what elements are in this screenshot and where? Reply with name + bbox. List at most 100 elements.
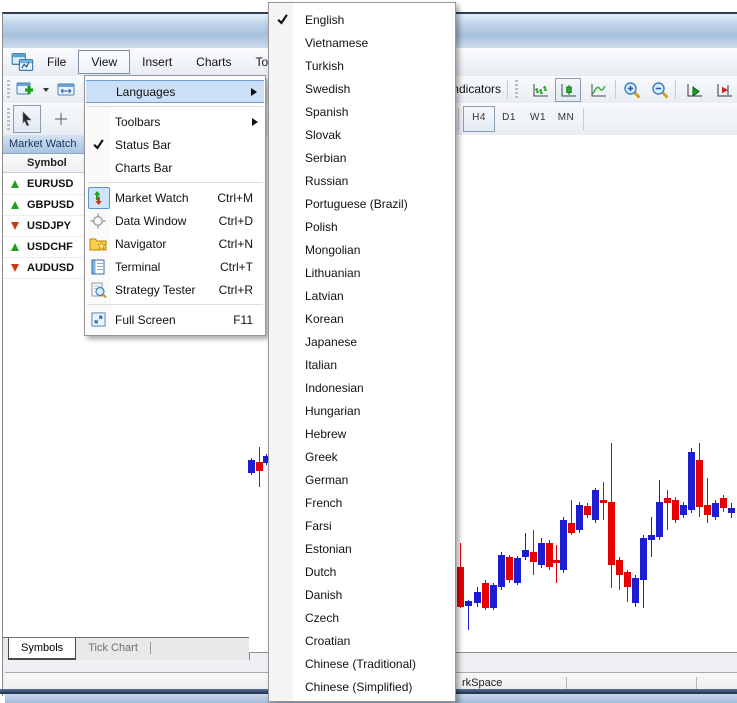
language-item-japanese[interactable]: Japanese <box>269 330 455 353</box>
languages-submenu: EnglishVietnamese Turkish SwedishSpanishSl… <box>268 2 456 702</box>
menu-item-terminal[interactable]: TerminalCtrl+T <box>85 255 265 278</box>
language-label: Polish <box>305 220 338 234</box>
menu-item-label: Languages <box>116 85 175 99</box>
checkmark-icon <box>276 13 289 26</box>
language-item-russian[interactable]: Russian <box>269 169 455 192</box>
menu-item-full-screen[interactable]: Full ScreenF11 <box>85 308 265 331</box>
language-item-hebrew[interactable]: Hebrew <box>269 422 455 445</box>
submenu-arrow-icon <box>251 88 257 96</box>
language-label: Chinese (Simplified) <box>305 680 412 694</box>
candles-chart-icon <box>559 82 578 99</box>
new-chart-button[interactable] <box>13 78 39 102</box>
language-item-danish[interactable]: Danish <box>269 583 455 606</box>
timeframe-h4[interactable]: H4 <box>463 106 495 132</box>
menu-item-market-watch[interactable]: Market Watch Ctrl+M <box>85 186 265 209</box>
menu-item-label: Data Window <box>115 214 186 228</box>
language-item-chinese-simplified[interactable]: Chinese (Simplified) <box>269 675 455 698</box>
timeframe-d1[interactable]: D1 <box>497 106 521 130</box>
menu-item-navigator[interactable]: NavigatorCtrl+N <box>85 232 265 255</box>
tab-symbols[interactable]: Symbols <box>8 638 76 660</box>
submenu-arrow-icon <box>252 118 258 126</box>
toolbar-grip[interactable] <box>7 108 10 130</box>
menu-item-label: Market Watch <box>115 191 189 205</box>
language-item-serbian[interactable]: Serbian <box>269 146 455 169</box>
language-item-hungarian[interactable]: Hungarian <box>269 399 455 422</box>
language-item-spanish[interactable]: Spanish <box>269 100 455 123</box>
tile-windows-button[interactable] <box>53 78 79 102</box>
language-item-farsi[interactable]: Farsi <box>269 514 455 537</box>
language-label: Japanese <box>305 335 357 349</box>
bars-chart-button[interactable] <box>527 78 553 102</box>
language-item-slovak[interactable]: Slovak <box>269 123 455 146</box>
line-chart-button[interactable] <box>585 78 611 102</box>
menu-item-toolbars[interactable]: Toolbars <box>85 110 265 133</box>
menu-item-status-bar[interactable]: Status Bar <box>85 133 265 156</box>
menu-item-shortcut: Ctrl+M <box>217 191 253 205</box>
terminal-icon <box>88 257 108 277</box>
toolbar-grip[interactable] <box>515 80 518 99</box>
menu-item-languages[interactable]: Languages <box>86 80 264 103</box>
language-item-chinese-traditional[interactable]: Chinese (Traditional) <box>269 652 455 675</box>
symbol-name: EURUSD <box>27 178 73 190</box>
language-item-swedish[interactable]: Swedish <box>269 77 455 100</box>
caret-down-button[interactable] <box>39 78 53 102</box>
language-item-dutch[interactable]: Dutch <box>269 560 455 583</box>
market-watch-tabs: SymbolsTick Chart <box>3 637 249 660</box>
menu-file[interactable]: File <box>35 50 78 74</box>
timeframe-w1[interactable]: W1 <box>525 106 551 130</box>
language-item-french[interactable]: French <box>269 491 455 514</box>
language-item-english[interactable]: English <box>269 8 455 31</box>
menu-item-label: Full Screen <box>115 313 176 327</box>
language-item-vietnamese[interactable]: Vietnamese <box>269 31 455 54</box>
menu-item-strategy-tester[interactable]: Strategy TesterCtrl+R <box>85 278 265 301</box>
toolbar-grip[interactable] <box>7 80 10 99</box>
language-label: Estonian <box>305 542 352 556</box>
zoom-out-button[interactable] <box>647 78 673 102</box>
auto-scroll-button[interactable] <box>681 78 707 102</box>
language-item-polish[interactable]: Polish <box>269 215 455 238</box>
language-label: Czech <box>305 611 339 625</box>
language-label: Farsi <box>305 519 332 533</box>
language-item-latvian[interactable]: Latvian <box>269 284 455 307</box>
language-item-italian[interactable]: Italian <box>269 353 455 376</box>
menu-charts[interactable]: Charts <box>184 50 243 74</box>
language-label: Danish <box>305 588 342 602</box>
language-item-mongolian[interactable]: Mongolian <box>269 238 455 261</box>
menu-separator <box>87 182 263 183</box>
language-label: Turkish <box>305 59 344 73</box>
toolbar-separator <box>458 108 459 130</box>
language-label: Latvian <box>305 289 344 303</box>
chart-shift-icon <box>715 82 734 99</box>
language-label: Mongolian <box>305 243 360 257</box>
language-item-indonesian[interactable]: Indonesian <box>269 376 455 399</box>
language-item-portuguese-brazil[interactable]: Portuguese (Brazil) <box>269 192 455 215</box>
language-label: Hebrew <box>305 427 346 441</box>
menu-view[interactable]: View <box>78 50 130 74</box>
language-item-estonian[interactable]: Estonian <box>269 537 455 560</box>
zoom-in-button[interactable] <box>619 78 645 102</box>
language-item-german[interactable]: German <box>269 468 455 491</box>
timeframe-mn[interactable]: MN <box>553 106 579 130</box>
tab-divider <box>150 642 151 654</box>
language-item-lithuanian[interactable]: Lithuanian <box>269 261 455 284</box>
cursor-button[interactable] <box>13 105 41 133</box>
language-item-czech[interactable]: Czech <box>269 606 455 629</box>
crosshair-button[interactable] <box>47 105 75 133</box>
checkmark-icon <box>92 138 105 151</box>
menu-item-data-window[interactable]: Data WindowCtrl+D <box>85 209 265 232</box>
language-item-turkish[interactable]: Turkish <box>269 54 455 77</box>
language-item-korean[interactable]: Korean <box>269 307 455 330</box>
bars-chart-icon <box>531 82 550 99</box>
line-chart-icon <box>589 82 608 99</box>
language-item-croatian[interactable]: Croatian <box>269 629 455 652</box>
candles-chart-button[interactable] <box>555 78 581 102</box>
language-item-greek[interactable]: Greek <box>269 445 455 468</box>
language-label: Italian <box>305 358 337 372</box>
language-label: Hungarian <box>305 404 360 418</box>
toolbar-separator <box>583 108 584 130</box>
tab-tick-chart[interactable]: Tick Chart <box>76 638 150 660</box>
chart-shift-button[interactable] <box>711 78 737 102</box>
menu-item-charts-bar[interactable]: Charts Bar <box>85 156 265 179</box>
menu-insert[interactable]: Insert <box>130 50 184 74</box>
language-label: Chinese (Traditional) <box>305 657 416 671</box>
